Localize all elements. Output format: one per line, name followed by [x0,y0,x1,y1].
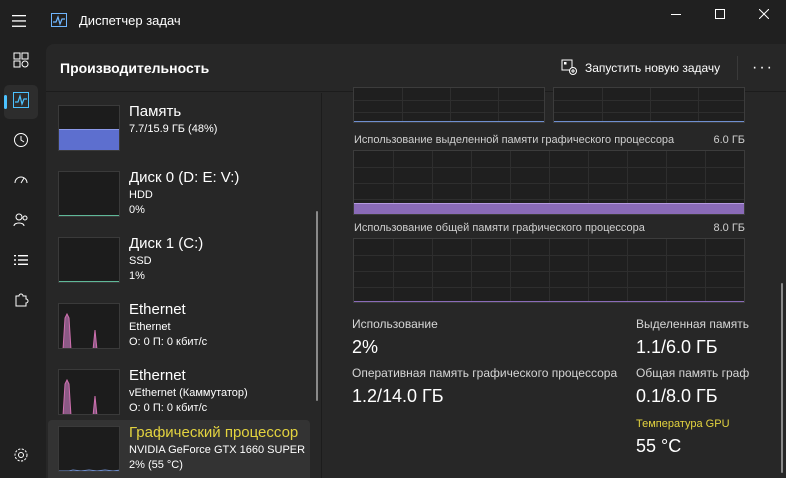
page-header: Производительность Запустить новую задач… [46,44,786,92]
usage-value: 2% [352,337,379,357]
run-new-task-label: Запустить новую задачу [585,61,721,75]
usage-label: Использование [352,317,438,331]
device-usage: 1% [129,270,145,282]
device-name: Диск 0 (D: E: V:) [129,169,240,186]
hamburger-menu-icon[interactable] [0,2,38,40]
gpu-thumbnail [58,426,120,472]
shared-memory-title: Использование общей памяти графического … [354,222,645,234]
title-bar: Диспетчер задач [0,0,786,44]
gpu-temperature-label: Температура GPU [636,418,730,430]
device-disk-0[interactable]: Диск 0 (D: E: V:) HDD 0% [48,165,310,229]
device-name: Память [129,103,182,120]
more-options-button[interactable]: ··· [746,58,780,78]
dedicated-memory-max: 6.0 ГБ [713,134,745,146]
device-disk-1[interactable]: Диск 1 (C:) SSD 1% [48,231,310,295]
nav-processes[interactable] [4,45,38,79]
detail-scrollbar[interactable] [781,283,783,473]
device-name: Ethernet [129,301,186,318]
gpu-usage: 2% (55 °C) [129,459,183,471]
dedicated-memory-graph [353,150,745,215]
speedometer-icon [13,172,29,193]
gpu-ram-label: Оперативная память графического процессо… [352,366,618,380]
disk-1-thumbnail [58,237,120,283]
puzzle-icon [13,292,29,313]
adapter-name: vEthernet (Каммутатор) [129,387,248,399]
minimize-button[interactable] [654,0,698,28]
shared-memory-max: 8.0 ГБ [713,222,745,234]
dedicated-memory-label: Выделенная память [636,317,750,331]
header-divider [737,56,738,80]
run-new-task-button[interactable]: Запустить новую задачу [561,57,720,79]
close-button[interactable] [742,0,786,28]
device-name: Графический процессор [129,424,299,441]
main-content: Производительность Запустить новую задач… [46,44,786,478]
device-list: Память 7.7/15.9 ГБ (48%) Диск 0 (D: E: V… [46,93,322,478]
history-icon [13,132,29,153]
ethernet-thumbnail [58,303,120,349]
device-name: Диск 1 (C:) [129,235,204,252]
device-type: SSD [129,255,152,267]
new-task-icon [561,59,577,78]
list-icon [13,252,29,273]
adapter-name: Ethernet [129,321,171,333]
page-title: Производительность [60,60,210,76]
device-name: Ethernet [129,367,186,384]
nav-details[interactable] [4,245,38,279]
device-list-scrollbar[interactable] [316,211,318,401]
maximize-button[interactable] [698,0,742,28]
engine-graph-left [353,87,545,123]
shared-memory-label: Общая память граф [636,366,750,380]
dedicated-memory-fill [354,202,744,214]
dedicated-memory-value: 1.1/6.0 ГБ [636,337,718,357]
nav-performance[interactable] [4,85,38,119]
nav-app-history[interactable] [4,125,38,159]
device-vethernet[interactable]: Ethernet vEthernet (Каммутатор) О: 0 П: … [48,363,310,427]
nav-users[interactable] [4,205,38,239]
device-ethernet[interactable]: Ethernet Ethernet О: 0 П: 0 кбит/с [48,297,310,361]
shared-memory-value: 0.1/8.0 ГБ [636,386,718,406]
device-detail: 7.7/15.9 ГБ (48%) [129,123,218,135]
memory-thumbnail [58,105,120,151]
gpu-detail-panel: Использование выделенной памяти графичес… [323,87,786,478]
throughput: О: 0 П: 0 кбит/с [129,336,208,348]
vethernet-thumbnail [58,369,120,415]
device-usage: 0% [129,204,145,216]
device-type: HDD [129,189,153,201]
gpu-model: NVIDIA GeForce GTX 1660 SUPER [129,444,306,456]
dedicated-memory-title: Использование выделенной памяти графичес… [354,134,675,146]
grid-icon [13,52,29,73]
gpu-ram-value: 1.2/14.0 ГБ [352,386,444,406]
device-gpu[interactable]: Графический процессор NVIDIA GeForce GTX… [48,420,310,478]
navigation-rail [0,44,46,478]
gear-icon [13,447,29,468]
device-memory[interactable]: Память 7.7/15.9 ГБ (48%) [48,99,310,163]
gpu-temperature-value: 55 °C [636,436,682,456]
throughput: О: 0 П: 0 кбит/с [129,402,208,414]
memory-usage-fill [59,128,119,150]
nav-startup[interactable] [4,165,38,199]
task-manager-app-icon [51,13,67,27]
shared-memory-graph [353,238,745,303]
engine-graph-right [553,87,745,123]
nav-services[interactable] [4,285,38,319]
window-title: Диспетчер задач [79,13,181,28]
users-icon [13,212,29,233]
nav-settings[interactable] [4,440,38,474]
activity-icon [13,91,29,113]
disk-0-thumbnail [58,171,120,217]
